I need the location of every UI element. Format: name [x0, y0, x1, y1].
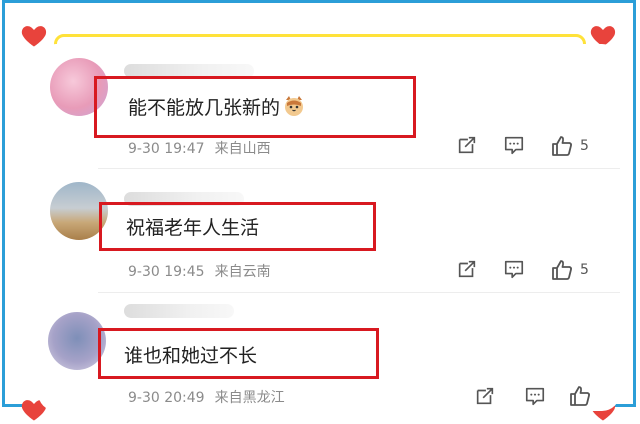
thumbs-up-icon — [570, 386, 590, 406]
comment-item: 谁也和她过不长 9-30 20:49 来自黑龙江 — [38, 292, 620, 411]
username-blurred[interactable] — [124, 304, 234, 318]
share-button[interactable] — [474, 385, 496, 407]
comment-time: 9-30 19:47 — [128, 141, 205, 157]
thumbs-up-icon — [552, 136, 572, 156]
comment-time: 9-30 20:49 — [128, 390, 205, 406]
share-icon — [458, 260, 476, 278]
share-button[interactable] — [456, 258, 478, 280]
thumbs-up-icon — [552, 260, 572, 280]
comment-list: 能不能放几张新的 9-30 19:47 来自山西 5 祝福老年人生活 9-30 … — [38, 44, 620, 411]
comment-text: 能不能放几张新的 — [128, 93, 306, 120]
like-count: 5 — [580, 138, 589, 154]
reply-button[interactable] — [503, 134, 525, 156]
comment-text: 祝福老年人生活 — [126, 217, 260, 239]
comment-icon — [525, 387, 545, 406]
reply-button[interactable] — [524, 385, 546, 407]
comment-text: 谁也和她过不长 — [124, 345, 258, 367]
like-button[interactable]: 5 — [550, 258, 589, 282]
comment-location: 来自云南 — [214, 264, 271, 280]
like-button[interactable] — [568, 384, 598, 408]
share-icon — [476, 387, 494, 405]
like-count: 5 — [580, 262, 589, 278]
like-button[interactable]: 5 — [550, 134, 589, 158]
cat-face-icon — [285, 96, 304, 116]
reply-button[interactable] — [503, 258, 525, 280]
comment-location: 来自山西 — [214, 141, 271, 157]
comment-meta: 9-30 19:47 来自山西 — [128, 138, 271, 158]
comment-meta: 9-30 20:49 来自黑龙江 — [128, 387, 285, 407]
comment-item: 能不能放几张新的 9-30 19:47 来自山西 5 — [38, 44, 620, 172]
comment-meta: 9-30 19:45 来自云南 — [128, 261, 271, 281]
share-icon — [458, 136, 476, 154]
comment-time: 9-30 19:45 — [128, 264, 205, 280]
share-button[interactable] — [456, 134, 478, 156]
divider — [98, 168, 620, 169]
comment-item: 祝福老年人生活 9-30 19:45 来自云南 5 — [38, 172, 620, 292]
comment-location: 来自黑龙江 — [214, 390, 285, 406]
comment-icon — [504, 136, 524, 155]
comment-icon — [504, 260, 524, 279]
